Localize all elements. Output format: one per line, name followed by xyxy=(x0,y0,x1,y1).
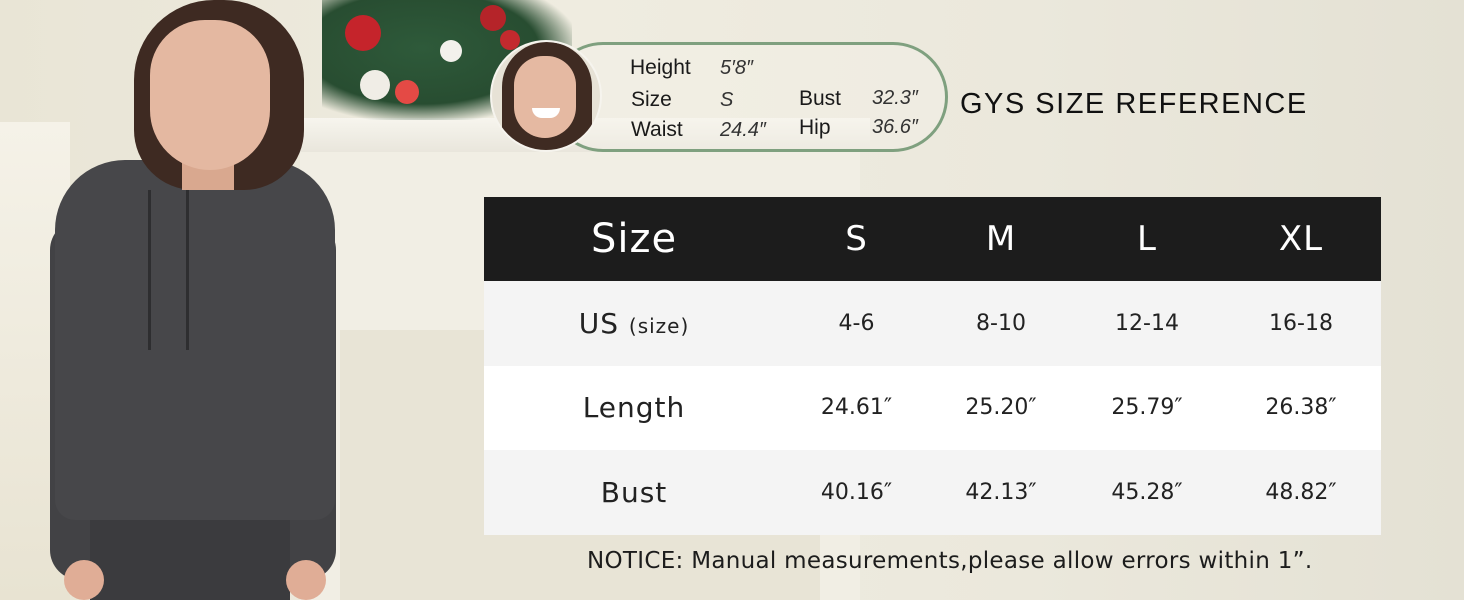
table-header-row: Size S M L XL xyxy=(484,197,1381,281)
measurement-notice: NOTICE: Manual measurements,please allow… xyxy=(587,548,1313,574)
size-value: S xyxy=(720,89,734,111)
hip-label: Hip xyxy=(799,116,831,139)
hoodie xyxy=(55,160,335,520)
size-chart-table: Size S M L XL US (size) 4-6 8-10 12-14 1… xyxy=(484,197,1381,535)
row-label-length: Length xyxy=(582,391,686,425)
header-col-m: M xyxy=(985,219,1017,259)
header-col-xl: XL xyxy=(1278,219,1324,259)
size-label: Size xyxy=(631,88,672,111)
bust-label: Bust xyxy=(799,87,842,110)
ornament xyxy=(440,40,462,62)
cell-length-m: 25.20″ xyxy=(965,395,1037,421)
us-sublabel: (size) xyxy=(628,313,690,338)
ornament xyxy=(360,70,390,100)
cell-us-s: 4-6 xyxy=(838,310,875,336)
header-col-s: S xyxy=(845,219,868,259)
waist-label: Waist xyxy=(631,118,683,141)
cell-bust-xl: 48.82″ xyxy=(1265,480,1337,506)
height-label: Height xyxy=(630,56,691,79)
ornament xyxy=(395,80,419,104)
pants xyxy=(90,515,290,600)
hand xyxy=(64,560,104,600)
hip-value: 36.6″ xyxy=(872,116,919,138)
height-value: 5′8″ xyxy=(720,57,754,79)
table-row-us-size: US (size) 4-6 8-10 12-14 16-18 xyxy=(484,281,1381,366)
drawstring xyxy=(186,190,189,350)
table-row-bust: Bust 40.16″ 42.13″ 45.28″ 48.82″ xyxy=(484,450,1381,535)
cell-length-xl: 26.38″ xyxy=(1265,395,1337,421)
cell-us-xl: 16-18 xyxy=(1269,310,1333,336)
drawstring xyxy=(148,190,151,350)
cell-bust-s: 40.16″ xyxy=(820,480,893,506)
cell-us-l: 12-14 xyxy=(1115,310,1179,336)
cell-bust-l: 45.28″ xyxy=(1111,480,1183,506)
ornament xyxy=(480,5,506,31)
cell-length-s: 24.61″ xyxy=(820,395,893,421)
cell-bust-m: 42.13″ xyxy=(965,480,1037,506)
avatar-face xyxy=(514,56,576,138)
bust-value: 32.3″ xyxy=(872,87,919,109)
face xyxy=(150,20,270,170)
header-col-l: L xyxy=(1137,219,1157,259)
hand xyxy=(286,560,326,600)
table-row-length: Length 24.61″ 25.20″ 25.79″ 26.38″ xyxy=(484,365,1381,451)
header-size-label: Size xyxy=(590,216,678,262)
cell-length-l: 25.79″ xyxy=(1111,395,1183,421)
model-avatar xyxy=(490,40,602,152)
size-reference-title: GYS SIZE REFERENCE xyxy=(960,88,1308,120)
ornament xyxy=(345,15,381,51)
row-label-bust: Bust xyxy=(600,476,668,510)
row-label-us: US (size) xyxy=(484,281,784,366)
cell-us-m: 8-10 xyxy=(976,310,1026,336)
model-photo xyxy=(50,0,340,600)
us-label: US xyxy=(578,306,619,340)
waist-value: 24.4″ xyxy=(720,119,767,141)
